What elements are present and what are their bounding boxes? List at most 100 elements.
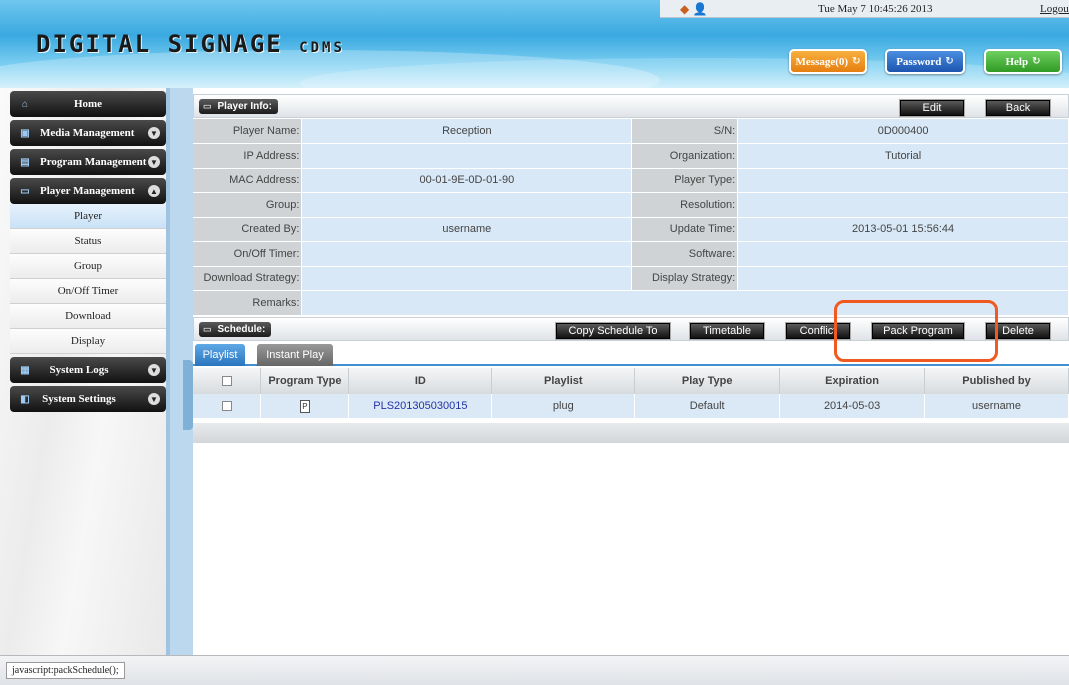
sidebar-item-program-management[interactable]: ▤ Program Management ▼ [10, 149, 166, 175]
info-value [301, 266, 633, 291]
status-url: javascript:packSchedule(); [6, 662, 125, 679]
select-all-header [193, 368, 262, 394]
info-row: MAC Address: 00-01-9E-0D-01-90 Player Type… [193, 168, 1069, 193]
info-label: Software: [631, 241, 739, 267]
info-row: On/Off Timer: Software: [193, 241, 1069, 267]
player-icon: ▭ [20, 185, 30, 197]
sidebar-collapse-handle[interactable] [183, 360, 193, 430]
info-label: Remarks: [193, 290, 303, 316]
info-value: Tutorial [737, 143, 1069, 169]
program-icon: ▤ [20, 156, 30, 168]
info-label: MAC Address: [193, 168, 303, 193]
column-header[interactable]: Program Type [260, 368, 350, 394]
info-label: Display Strategy: [631, 266, 739, 291]
sidebar: ⌂ Home ▣ Media Management ▼ ▤ Program Manage… [0, 88, 170, 655]
help-button[interactable]: Help ↻ [984, 49, 1062, 74]
sidebar-subitem-group[interactable]: Group [10, 254, 166, 279]
info-value: username [301, 217, 633, 242]
sidebar-subitem-display[interactable]: Display [10, 329, 166, 354]
info-value [301, 241, 633, 267]
sidebar-subitem-player[interactable]: Player [10, 204, 166, 229]
info-label: Created By: [193, 217, 303, 242]
password-button[interactable]: Password ↻ [885, 49, 965, 74]
tab-instant-play[interactable]: Instant Play [257, 344, 333, 366]
sidebar-item-system-logs[interactable]: ▦ System Logs ▼ [10, 357, 166, 383]
info-row: Player Name: Reception S/N: 0D000400 [193, 119, 1069, 144]
settings-icon: ◧ [20, 393, 30, 405]
info-value: 0D000400 [737, 119, 1069, 144]
row-checkbox[interactable] [221, 401, 232, 412]
select-all-checkbox[interactable] [221, 376, 232, 387]
sidebar-item-home[interactable]: ⌂ Home [10, 91, 166, 117]
playlist-cell: plug [491, 394, 636, 418]
info-value [737, 168, 1069, 193]
info-label: Update Time: [631, 217, 739, 242]
expiration-cell: 2014-05-03 [779, 394, 926, 418]
annotation-highlight [834, 300, 998, 362]
chevron-down-icon: ▼ [148, 364, 160, 376]
column-header[interactable]: ID [348, 368, 493, 394]
player-info-bar: ▭ Player Info: Edit Back [193, 94, 1069, 118]
app-logo: DIGITAL SIGNAGE CDMS [36, 30, 345, 58]
sidebar-subitem-status[interactable]: Status [10, 229, 166, 254]
info-row: IP Address: Organization: Tutorial [193, 143, 1069, 169]
copy-schedule-button[interactable]: Copy Schedule To [556, 323, 670, 339]
message-button[interactable]: Message(0) ↻ [789, 49, 867, 74]
info-value [301, 192, 633, 218]
sidebar-item-media-management[interactable]: ▣ Media Management ▼ [10, 120, 166, 146]
chevron-down-icon: ▼ [148, 156, 160, 168]
sidebar-item-system-settings[interactable]: ◧ System Settings ▼ [10, 386, 166, 412]
user-icon: ◆ 👤 [680, 2, 708, 16]
info-value: 00-01-9E-0D-01-90 [301, 168, 633, 193]
schedule-id-link[interactable]: PLS201305030015 [373, 400, 467, 412]
document-icon: P [299, 399, 310, 413]
info-value: 2013-05-01 15:56:44 [737, 217, 1069, 242]
info-label: Resolution: [631, 192, 739, 218]
key-icon: ↻ [945, 56, 954, 67]
help-icon: ↻ [1032, 56, 1041, 67]
info-label: Player Type: [631, 168, 739, 193]
header-banner: ◆ 👤 Tue May 7 10:45:26 2013 Logout DIGIT… [0, 0, 1069, 88]
info-value [737, 192, 1069, 218]
message-icon: ↻ [852, 56, 861, 67]
tab-playlist[interactable]: Playlist [195, 344, 245, 366]
schedule-title: ▭ Schedule: [199, 322, 272, 337]
info-label: On/Off Timer: [193, 241, 303, 267]
player-info-table: Player Name: Reception S/N: 0D000400 IP Addr… [193, 119, 1069, 316]
published-by-cell: username [924, 394, 1069, 418]
table-footer [193, 423, 1069, 443]
back-button[interactable]: Back [986, 100, 1050, 116]
sidebar-item-player-management[interactable]: ▭ Player Management ▲ [10, 178, 166, 204]
info-value [737, 241, 1069, 267]
sidebar-subitem-onoff-timer[interactable]: On/Off Timer [10, 279, 166, 304]
sidebar-subitem-download[interactable]: Download [10, 304, 166, 329]
home-icon: ⌂ [21, 98, 28, 110]
play-type-cell: Default [634, 394, 781, 418]
column-header[interactable]: Play Type [634, 368, 781, 394]
panel-icon: ▭ [203, 324, 212, 334]
info-row: Download Strategy: Display Strategy: [193, 266, 1069, 291]
info-value [301, 143, 633, 169]
timetable-button[interactable]: Timetable [690, 323, 764, 339]
info-label: Group: [193, 192, 303, 218]
column-header[interactable]: Playlist [491, 368, 636, 394]
media-icon: ▣ [20, 127, 30, 139]
schedule-table: Program Type ID Playlist Play Type Expir… [193, 368, 1069, 418]
logout-link[interactable]: Logout [1040, 3, 1069, 15]
info-row: Group: Resolution: [193, 192, 1069, 218]
logs-icon: ▦ [20, 364, 30, 376]
column-header[interactable]: Published by [924, 368, 1069, 394]
edit-button[interactable]: Edit [900, 100, 964, 116]
info-value [737, 266, 1069, 291]
chevron-down-icon: ▼ [148, 127, 160, 139]
info-label: Organization: [631, 143, 739, 169]
datetime: Tue May 7 10:45:26 2013 [818, 3, 933, 15]
panel-icon: ▭ [203, 101, 212, 111]
table-row: P PLS201305030015 plug Default 2014-05-0… [193, 394, 1069, 418]
chevron-up-icon: ▲ [148, 185, 160, 197]
info-label: Download Strategy: [193, 266, 303, 291]
info-label: Player Name: [193, 119, 303, 144]
browser-status-bar: javascript:packSchedule(); [0, 655, 1069, 685]
column-header[interactable]: Expiration [779, 368, 926, 394]
info-value: Reception [301, 119, 633, 144]
